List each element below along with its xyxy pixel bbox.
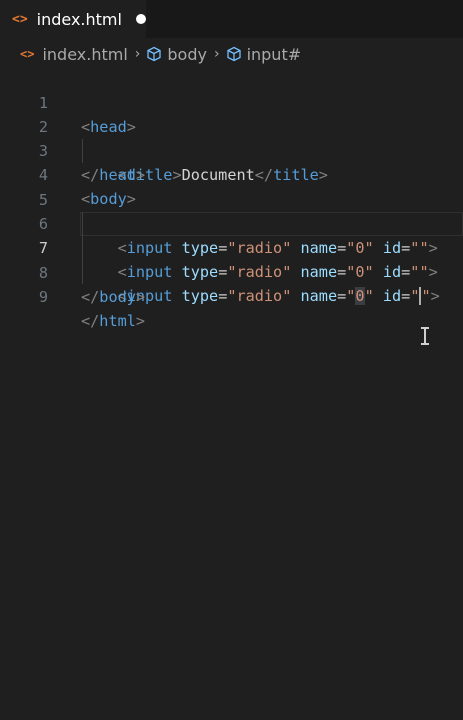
tab-bar: <> index.html [0, 0, 463, 38]
code-editor[interactable]: 1 <head> 2 <title>Document</title> 3 </h… [0, 67, 463, 720]
tab-index-html[interactable]: <> index.html [0, 0, 146, 38]
chevron-right-icon: › [134, 46, 141, 62]
code-line[interactable]: 4 <body> [0, 139, 463, 208]
html-file-icon: <> [12, 11, 28, 27]
code-line[interactable]: 5 <input type="radio" name="0" id=""> [0, 164, 463, 257]
chevron-right-icon: › [213, 46, 220, 62]
breadcrumb-item-file[interactable]: index.html [42, 45, 127, 64]
code-text: </body> [81, 288, 146, 306]
breadcrumb-item-body[interactable]: body [167, 45, 207, 64]
code-text: </html> [81, 312, 146, 330]
code-line[interactable]: 2 <title>Document</title> [0, 91, 463, 184]
code-line[interactable]: 6 <input type="radio" name="0" id=""> [0, 188, 463, 281]
code-line[interactable]: 8 </body> [0, 237, 463, 306]
unsaved-dot-icon[interactable] [135, 14, 146, 24]
code-line[interactable]: 9 </html> [0, 261, 463, 330]
code-line[interactable]: 1 <head> [0, 67, 463, 136]
symbol-element-icon [226, 46, 241, 62]
code-line[interactable]: 3 </head> [0, 115, 463, 184]
tab-label: index.html [36, 9, 122, 29]
breadcrumb: <> index.html › body › input# [0, 40, 463, 68]
breadcrumb-item-input[interactable]: input# [247, 45, 302, 64]
html-file-icon: <> [20, 47, 35, 61]
symbol-element-icon [147, 46, 162, 62]
code-line-active[interactable]: 7 <input type="radio" name="0" id=" "> [0, 212, 463, 305]
text-cursor-icon [421, 327, 429, 345]
line-number: 9 [38, 288, 48, 306]
